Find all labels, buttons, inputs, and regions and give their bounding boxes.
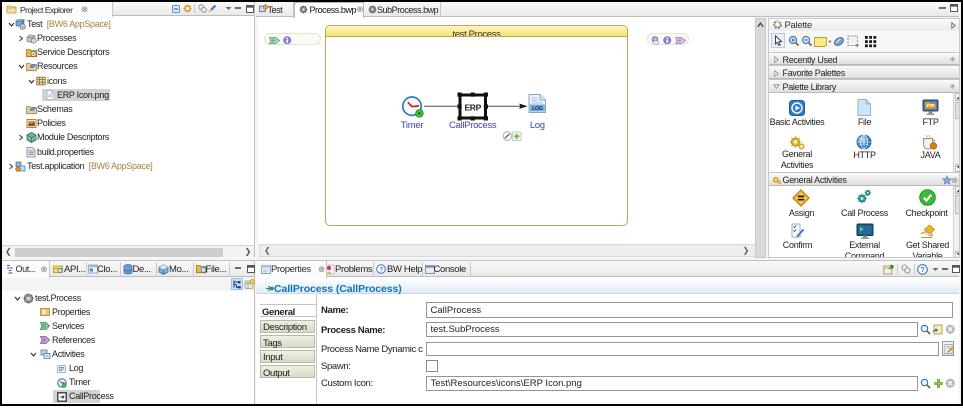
- svg-text:CallProcess: CallProcess: [449, 120, 497, 131]
- svg-text:Timer: Timer: [401, 120, 424, 131]
- svg-text:ERP: ERP: [464, 102, 481, 112]
- svg-text:?: ?: [921, 267, 925, 274]
- svg-text:?: ?: [379, 266, 383, 273]
- svg-text:Log: Log: [530, 120, 545, 131]
- svg-text:FTP: FTP: [926, 103, 934, 108]
- svg-text:LOG: LOG: [532, 106, 543, 112]
